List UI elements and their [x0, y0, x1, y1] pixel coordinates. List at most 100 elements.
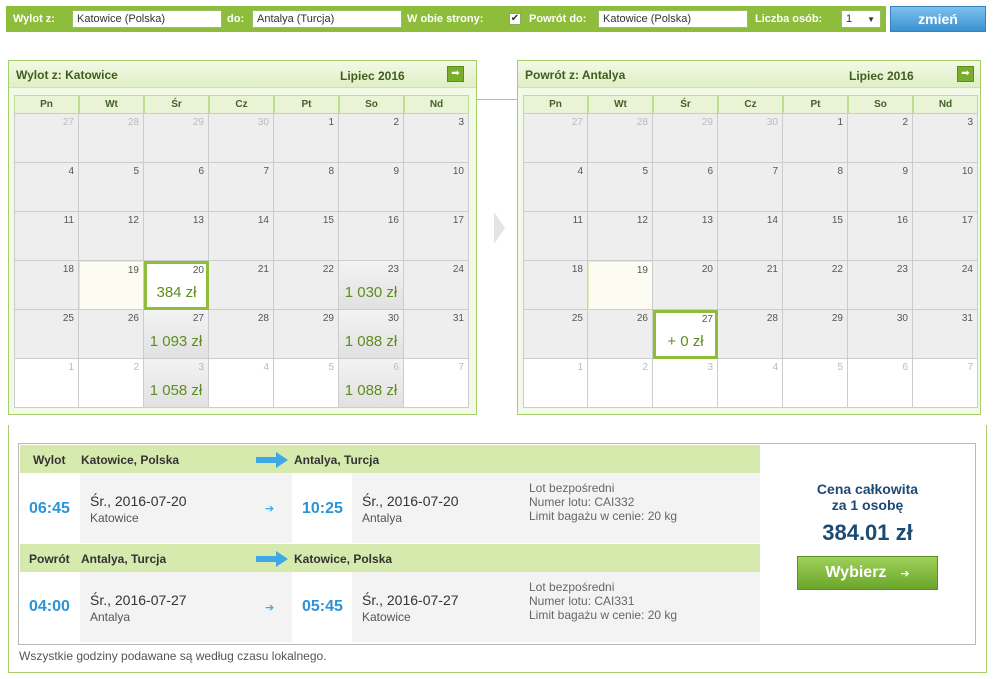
calendar-day: 10 — [404, 163, 469, 212]
roundtrip-label: W obie strony: — [407, 13, 484, 25]
day-number: 24 — [452, 264, 464, 275]
day-number: 10 — [961, 166, 973, 177]
day-number: 21 — [766, 264, 778, 275]
day-number: 29 — [831, 313, 843, 324]
calendar-day: 22 — [783, 261, 848, 310]
weekday-header: Nd — [913, 95, 978, 114]
calendar-day: 3 — [913, 114, 978, 163]
calendar-day: 9 — [848, 163, 913, 212]
calendar-day[interactable]: 27 1 093 zł — [144, 310, 209, 359]
day-number: 12 — [127, 215, 139, 226]
day-number: 11 — [572, 215, 583, 226]
day-number: 28 — [127, 117, 139, 128]
return-input[interactable]: Katowice (Polska) — [598, 10, 748, 28]
arrow-right-icon: ➔ — [900, 568, 910, 580]
calendar-day-selected[interactable]: 20 384 zł — [144, 261, 209, 310]
persons-select[interactable]: 1 ▼ — [841, 10, 881, 28]
calendar-day: 16 — [848, 212, 913, 261]
next-month-arrow-icon[interactable]: ➡ — [447, 66, 464, 82]
calendar-day[interactable]: 6 1 088 zł — [339, 359, 404, 408]
day-number: 27 — [62, 117, 74, 128]
return-departure-date: Śr., 2016-07-27 — [90, 592, 187, 608]
return-segment-details: 04:00 Śr., 2016-07-27 Antalya ➔ 05:45 Śr… — [20, 572, 760, 642]
day-number: 1 — [328, 117, 334, 128]
day-number: 2 — [133, 362, 139, 373]
return-label: Powrót do: — [529, 13, 587, 25]
calendar-day[interactable]: 30 1 088 zł — [339, 310, 404, 359]
calendar-day: 24 — [913, 261, 978, 310]
day-number: 27 — [701, 314, 713, 325]
day-number: 6 — [393, 362, 399, 373]
day-number: 6 — [902, 362, 908, 373]
day-number: 11 — [63, 215, 74, 226]
calendar-day[interactable]: 3 1 058 zł — [144, 359, 209, 408]
weekday-header: So — [848, 95, 913, 114]
day-number: 29 — [192, 117, 204, 128]
persons-value: 1 — [846, 13, 853, 25]
outbound-arrival-city: Antalya — [362, 511, 403, 525]
day-number: 26 — [636, 313, 648, 324]
roundtrip-checkbox[interactable]: ✔ — [509, 13, 521, 25]
calendar-day-selected[interactable]: 27 + 0 zł — [653, 310, 718, 359]
calendar-day: 8 — [274, 163, 339, 212]
day-number: 8 — [328, 166, 334, 177]
calendar-day: 30 — [209, 114, 274, 163]
day-number: 1 — [837, 117, 843, 128]
calendar-day: 1 — [523, 359, 588, 408]
outbound-calendar: Wylot z: Katowice Lipiec 2016 ➡ Pn Wt Śr Cz… — [8, 60, 477, 415]
from-input[interactable]: Katowice (Polska) — [72, 10, 222, 28]
return-to: Katowice, Polska — [294, 552, 393, 566]
outbound-info-flight-number: Numer lotu: CAI332 — [529, 495, 635, 509]
day-number: 18 — [571, 264, 583, 275]
weekday-header: Wt — [79, 95, 144, 114]
day-number: 7 — [263, 166, 269, 177]
day-number: 7 — [772, 166, 778, 177]
day-number: 26 — [127, 313, 139, 324]
day-number: 3 — [967, 117, 973, 128]
return-calendar-title: Powrót z: Antalya — [525, 68, 626, 82]
next-month-arrow-icon[interactable]: ➡ — [957, 66, 974, 82]
weekday-header: Pn — [523, 95, 588, 114]
price-panel: Cena całkowita za 1 osobę 384.01 zł Wybi… — [760, 443, 975, 645]
to-input[interactable]: Antalya (Turcja) — [252, 10, 402, 28]
day-number: 29 — [322, 313, 334, 324]
calendar-day: 29 — [783, 310, 848, 359]
change-button[interactable]: zmień — [890, 6, 986, 32]
outbound-calendar-title: Wylot z: Katowice — [16, 68, 118, 82]
calendar-day: 5 — [274, 359, 339, 408]
day-number: 15 — [322, 215, 334, 226]
calendar-day: 23 — [848, 261, 913, 310]
calendar-day: 6 — [653, 163, 718, 212]
calendar-day: 21 — [209, 261, 274, 310]
calendar-day: 5 — [79, 163, 144, 212]
day-number: 21 — [257, 264, 269, 275]
return-calendar-month: Lipiec 2016 — [849, 69, 914, 83]
outbound-info-direct: Lot bezpośredni — [529, 481, 615, 495]
calendar-day: 17 — [913, 212, 978, 261]
arrow-right-icon — [256, 551, 288, 567]
weekday-header: Śr — [144, 95, 209, 114]
day-number: 17 — [961, 215, 973, 226]
day-number: 29 — [701, 117, 713, 128]
day-number: 5 — [328, 362, 334, 373]
day-number: 18 — [62, 264, 74, 275]
day-number: 16 — [387, 215, 399, 226]
calendar-day: 3 — [653, 359, 718, 408]
day-number: 13 — [701, 215, 713, 226]
outbound-label: Wylot — [33, 453, 66, 467]
outbound-from: Katowice, Polska — [81, 453, 180, 467]
outbound-info-baggage: Limit bagażu w cenie: 20 kg — [529, 509, 678, 523]
day-price: 1 088 zł — [344, 333, 398, 350]
select-button[interactable]: Wybierz ➔ — [797, 556, 938, 590]
day-number: 4 — [263, 362, 269, 373]
calendar-day: 22 — [274, 261, 339, 310]
total-price-label: Cena całkowita za 1 osobę — [816, 481, 919, 513]
day-price: 1 030 zł — [344, 284, 398, 301]
calendar-day: 27 — [14, 114, 79, 163]
calendar-day: 5 — [783, 359, 848, 408]
calendar-day[interactable]: 23 1 030 zł — [339, 261, 404, 310]
weekday-header: Cz — [209, 95, 274, 114]
day-number: 22 — [322, 264, 334, 275]
calendar-day: 19 — [588, 261, 653, 310]
day-number: 3 — [707, 362, 713, 373]
